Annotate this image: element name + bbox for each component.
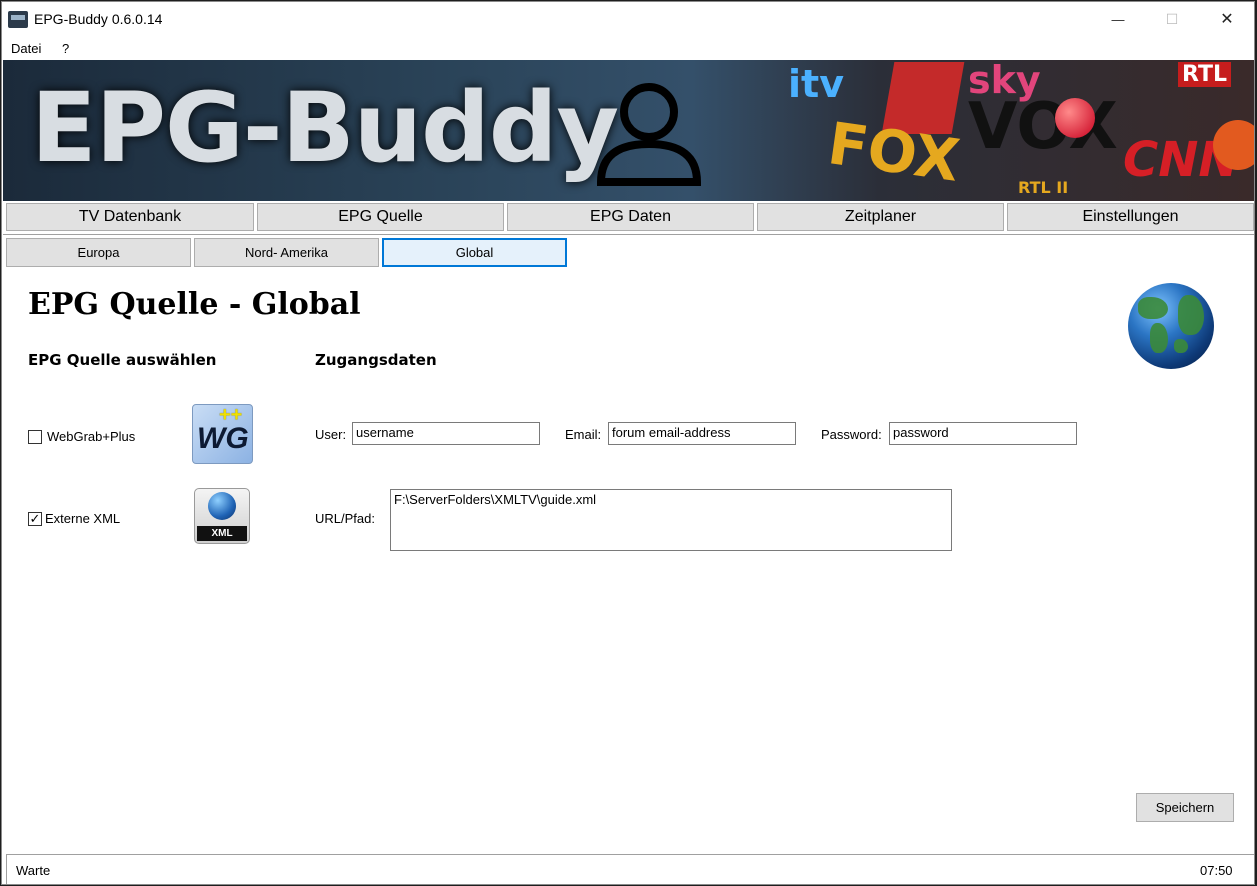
divider: [3, 234, 1254, 235]
menu-item-datei[interactable]: Datei: [11, 41, 41, 56]
password-input[interactable]: password: [889, 422, 1077, 445]
rtl2-logo: RTL II: [1018, 178, 1069, 197]
tab-epg-daten[interactable]: EPG Daten: [507, 203, 754, 231]
credentials-section-title: Zugangsdaten: [315, 351, 437, 369]
xml-logo-text: XML: [197, 526, 247, 541]
title-bar: EPG-Buddy 0.6.0.14 — ☐ ✕: [2, 2, 1254, 36]
xml-label: Externe XML: [45, 511, 121, 526]
menu-item-help[interactable]: ?: [62, 41, 69, 56]
tab-zeitplaner[interactable]: Zeitplaner: [757, 203, 1004, 231]
user-icon: [596, 83, 702, 186]
webgrab-option[interactable]: WebGrab+Plus: [28, 429, 135, 444]
url-path-textarea[interactable]: F:\ServerFolders\XMLTV\guide.xml: [390, 489, 952, 551]
webgrab-checkbox[interactable]: [28, 429, 42, 444]
status-text: Warte: [16, 863, 51, 878]
status-time: 07:50: [1200, 863, 1233, 878]
main-tabs: TV Datenbank EPG Quelle EPG Daten Zeitpl…: [6, 203, 1254, 233]
vox-logo: VOX: [968, 90, 1118, 164]
window-title: EPG-Buddy 0.6.0.14: [34, 11, 163, 27]
itv-logo: itv: [788, 62, 844, 106]
password-label: Password:: [821, 427, 882, 442]
app-icon: [8, 11, 28, 28]
wg-logo-text: WG: [197, 422, 249, 455]
status-bar: Warte 07:50: [6, 854, 1254, 884]
tab-tv-datenbank[interactable]: TV Datenbank: [6, 203, 254, 231]
xml-logo: XML: [194, 488, 250, 544]
close-icon: ✕: [1220, 11, 1234, 28]
user-input[interactable]: username: [352, 422, 540, 445]
globe-icon: [1128, 283, 1214, 369]
url-label: URL/Pfad:: [315, 511, 375, 526]
menu-bar: Datei ?: [2, 36, 1254, 60]
user-label: User:: [315, 427, 347, 442]
page-title: EPG Quelle - Global: [28, 287, 361, 322]
rtl-logo: RTL: [1178, 62, 1231, 87]
webgrab-logo: ++ WG: [192, 404, 253, 464]
email-label: Email:: [565, 427, 602, 442]
app-window: EPG-Buddy 0.6.0.14 — ☐ ✕ Datei ? EPG-Bud…: [1, 1, 1255, 885]
webgrab-label: WebGrab+Plus: [47, 429, 136, 444]
tab-nord-amerika[interactable]: Nord- Amerika: [194, 238, 379, 267]
xml-globe-icon: [208, 492, 236, 520]
maximize-icon: ☐: [1165, 10, 1179, 27]
check-icon: ✓: [29, 511, 41, 526]
vox-dot-icon: [1055, 98, 1095, 138]
source-section-title: EPG Quelle auswählen: [28, 351, 217, 369]
tab-einstellungen[interactable]: Einstellungen: [1007, 203, 1254, 231]
xml-option[interactable]: ✓ Externe XML: [28, 511, 120, 526]
tab-global[interactable]: Global: [382, 238, 567, 267]
tab-epg-quelle[interactable]: EPG Quelle: [257, 203, 504, 231]
close-button[interactable]: ✕: [1204, 2, 1250, 36]
channel-logos: itv sky RTL FOX VOX RTL II CNN: [788, 60, 1254, 201]
xml-checkbox[interactable]: ✓: [28, 511, 42, 526]
email-input[interactable]: forum email-address: [608, 422, 796, 445]
tab-europa[interactable]: Europa: [6, 238, 191, 267]
kabel-logo: [1213, 120, 1254, 170]
header-banner: EPG-Buddy itv sky RTL FOX VOX RTL II CNN: [3, 60, 1254, 201]
minimize-icon: —: [1111, 11, 1125, 27]
minimize-button[interactable]: —: [1095, 2, 1141, 36]
maximize-button[interactable]: ☐: [1149, 2, 1195, 36]
banner-title: EPG-Buddy: [31, 72, 619, 184]
save-button[interactable]: Speichern: [1136, 793, 1234, 822]
